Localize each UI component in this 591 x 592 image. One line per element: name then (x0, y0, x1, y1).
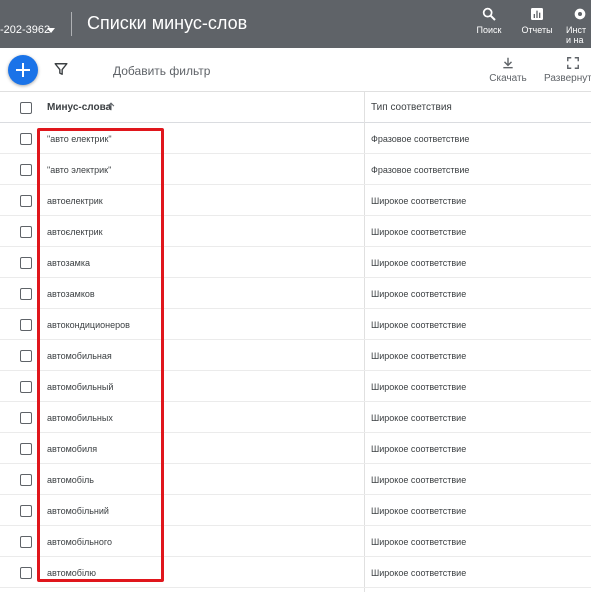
table-row[interactable]: автоєлектрик Широкое соответствие (0, 216, 591, 247)
match-type-cell: Широкое соответствие (371, 289, 467, 299)
table-row[interactable]: автомобильный Широкое соответствие (0, 371, 591, 402)
table-header: Минус-слова Тип соответствия (0, 92, 591, 123)
row-checkbox[interactable] (20, 505, 32, 517)
keyword-cell: "авто электрик" (47, 165, 112, 175)
expand-button[interactable]: Развернуть (544, 56, 591, 84)
row-checkbox[interactable] (20, 164, 32, 176)
download-label: Скачать (489, 73, 527, 84)
table-row[interactable]: автомобільного Широкое соответствие (0, 526, 591, 557)
add-filter-button[interactable]: Добавить фильтр (113, 64, 210, 78)
download-button[interactable]: Скачать (488, 56, 528, 84)
row-checkbox[interactable] (20, 257, 32, 269)
table-body: "авто електрик" Фразовое соответствие "авт… (0, 123, 591, 588)
keyword-cell: автомобільний (47, 506, 109, 516)
keyword-cell: автозамка (47, 258, 90, 268)
match-type-cell: Широкое соответствие (371, 444, 467, 454)
keyword-cell: автоелектрик (47, 196, 103, 206)
row-checkbox[interactable] (20, 443, 32, 455)
row-checkbox[interactable] (20, 226, 32, 238)
row-checkbox[interactable] (20, 474, 32, 486)
keyword-cell: автокондиционеров (47, 320, 130, 330)
add-button[interactable] (8, 55, 38, 85)
expand-label: Развернуть (544, 73, 591, 84)
keyword-cell: автомобильный (47, 382, 114, 392)
account-dropdown-icon[interactable] (47, 28, 55, 33)
download-icon (503, 57, 513, 69)
keyword-cell: автомобильных (47, 413, 113, 423)
row-checkbox[interactable] (20, 288, 32, 300)
fullscreen-icon (567, 57, 579, 69)
column-header-match-type[interactable]: Тип соответствия (371, 102, 452, 113)
table-row[interactable]: "авто електрик" Фразовое соответствие (0, 123, 591, 154)
table-row[interactable]: автомобиля Широкое соответствие (0, 433, 591, 464)
tools-label: Инст и на (566, 25, 591, 45)
app-bar: -202-3962 Списки минус-слов Поиск Отчеты… (0, 0, 591, 48)
tools-button[interactable]: Инст и на (566, 6, 591, 45)
match-type-cell: Широкое соответствие (371, 506, 467, 516)
reports-button[interactable]: Отчеты (513, 6, 561, 35)
row-checkbox[interactable] (20, 536, 32, 548)
table-row[interactable]: автоелектрик Широкое соответствие (0, 185, 591, 216)
match-type-cell: Широкое соответствие (371, 568, 467, 578)
table-row[interactable]: "авто электрик" Фразовое соответствие (0, 154, 591, 185)
match-type-cell: Широкое соответствие (371, 413, 467, 423)
keyword-cell: "авто електрик" (47, 134, 112, 144)
keyword-cell: автомобілю (47, 568, 96, 578)
keyword-cell: автомобильная (47, 351, 112, 361)
search-label: Поиск (476, 25, 502, 35)
match-type-cell: Широкое соответствие (371, 196, 467, 206)
reports-icon (531, 8, 543, 20)
tools-label-line1: Инст (566, 25, 587, 35)
match-type-cell: Фразовое соответствие (371, 134, 470, 144)
row-checkbox[interactable] (20, 381, 32, 393)
keyword-cell: автозамков (47, 289, 95, 299)
match-type-cell: Широкое соответствие (371, 258, 467, 268)
match-type-cell: Широкое соответствие (371, 351, 467, 361)
select-all-checkbox[interactable] (20, 102, 32, 114)
account-id[interactable]: -202-3962 (0, 24, 50, 36)
row-checkbox[interactable] (20, 195, 32, 207)
table-row[interactable]: автомобильная Широкое соответствие (0, 340, 591, 371)
row-checkbox[interactable] (20, 412, 32, 424)
match-type-cell: Широкое соответствие (371, 475, 467, 485)
match-type-cell: Широкое соответствие (371, 537, 467, 547)
table-row[interactable]: автомобіль Широкое соответствие (0, 464, 591, 495)
row-checkbox[interactable] (20, 350, 32, 362)
table-row[interactable]: автозамков Широкое соответствие (0, 278, 591, 309)
match-type-cell: Широкое соответствие (371, 320, 467, 330)
table-row[interactable]: автомобілю Широкое соответствие (0, 557, 591, 588)
tools-icon (574, 8, 586, 20)
table-row[interactable]: автомобільний Широкое соответствие (0, 495, 591, 526)
divider (71, 12, 72, 36)
row-checkbox[interactable] (20, 319, 32, 331)
reports-label: Отчеты (521, 25, 553, 35)
table-row[interactable]: автомобильных Широкое соответствие (0, 402, 591, 433)
search-button[interactable]: Поиск (465, 6, 513, 35)
column-header-keywords[interactable]: Минус-слова (47, 102, 111, 113)
row-checkbox[interactable] (20, 567, 32, 579)
toolbar: Добавить фильтр Скачать Развернуть (0, 48, 591, 92)
tools-label-line2: и на (566, 35, 584, 45)
keyword-cell: автомобільного (47, 537, 112, 547)
row-checkbox[interactable] (20, 133, 32, 145)
keyword-cell: автоєлектрик (47, 227, 103, 237)
match-type-cell: Широкое соответствие (371, 227, 467, 237)
search-icon (482, 7, 496, 21)
page-title: Списки минус-слов (87, 13, 248, 33)
table-row[interactable]: автозамка Широкое соответствие (0, 247, 591, 278)
sort-ascending-icon[interactable] (106, 101, 116, 112)
table-row[interactable]: автокондиционеров Широкое соответствие (0, 309, 591, 340)
filter-icon[interactable] (54, 62, 68, 76)
keyword-cell: автомобиля (47, 444, 98, 454)
keyword-cell: автомобіль (47, 475, 94, 485)
match-type-cell: Фразовое соответствие (371, 165, 470, 175)
match-type-cell: Широкое соответствие (371, 382, 467, 392)
